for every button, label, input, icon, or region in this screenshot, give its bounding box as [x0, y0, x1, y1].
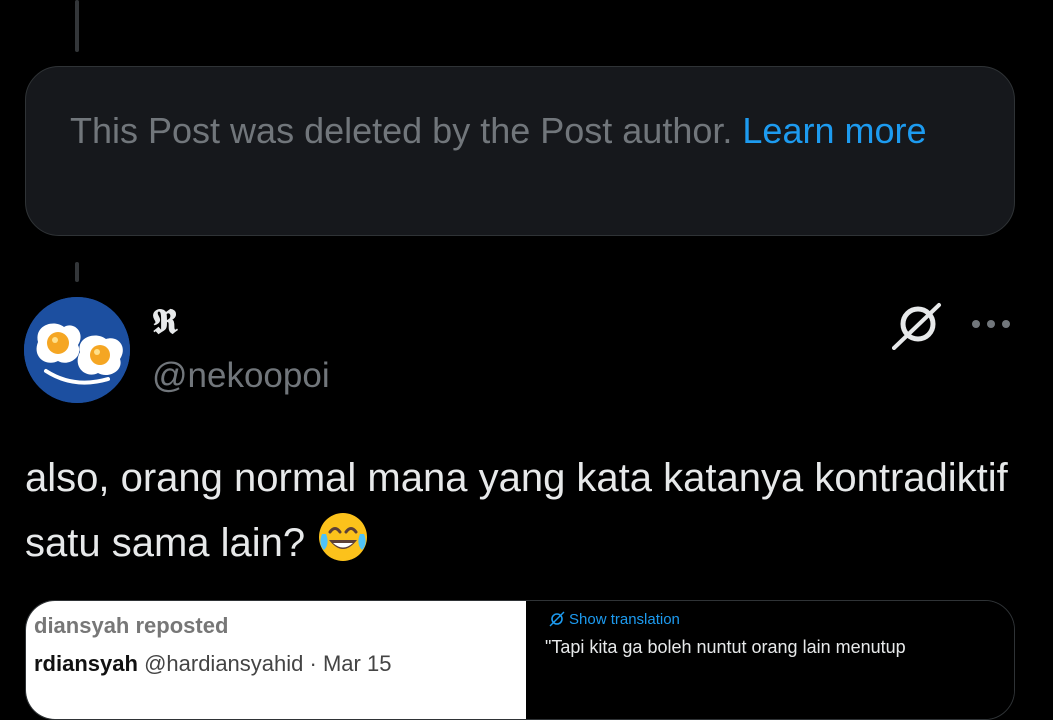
quoted-author-handle: @hardiansyahid — [144, 651, 304, 676]
quoted-post-date: · Mar 15 — [309, 651, 392, 676]
reposted-label: diansyah reposted — [34, 613, 229, 638]
translate-icon — [549, 611, 565, 627]
show-translation-link[interactable]: Show translation — [549, 611, 680, 628]
thread-line-top — [75, 0, 79, 52]
display-name[interactable]: 𝕽 — [152, 302, 178, 342]
avatar[interactable] — [24, 297, 130, 403]
show-translation-label: Show translation — [569, 611, 680, 628]
face-with-tears-of-joy-icon — [316, 510, 370, 564]
grok-icon[interactable] — [892, 302, 942, 350]
quoted-screenshot-left: diansyah reposted rdiansyah @hardiansyah… — [26, 601, 526, 719]
thread-line-connector — [75, 262, 79, 282]
quoted-author-name: rdiansyah — [34, 651, 138, 676]
deleted-notice-text: This Post was deleted by the Post author… — [70, 110, 733, 151]
quoted-post-card[interactable]: diansyah reposted rdiansyah @hardiansyah… — [25, 600, 1015, 720]
fried-eggs-avatar-image — [24, 297, 130, 403]
more-options-icon[interactable] — [968, 314, 1014, 334]
user-handle[interactable]: @nekoopoi — [152, 356, 330, 396]
deleted-post-notice: This Post was deleted by the Post author… — [25, 66, 1015, 236]
post-text: also, orang normal mana yang kata katany… — [25, 446, 1025, 575]
quoted-post-text: "Tapi kita ga boleh nuntut orang lain me… — [545, 637, 906, 657]
quoted-author: rdiansyah @hardiansyahid · Mar 15 — [34, 651, 391, 677]
post-text-content: also, orang normal mana yang kata katany… — [25, 456, 1008, 565]
quoted-screenshot-right: Show translation "Tapi kita ga boleh nun… — [531, 601, 1014, 719]
learn-more-link[interactable]: Learn more — [742, 110, 926, 151]
